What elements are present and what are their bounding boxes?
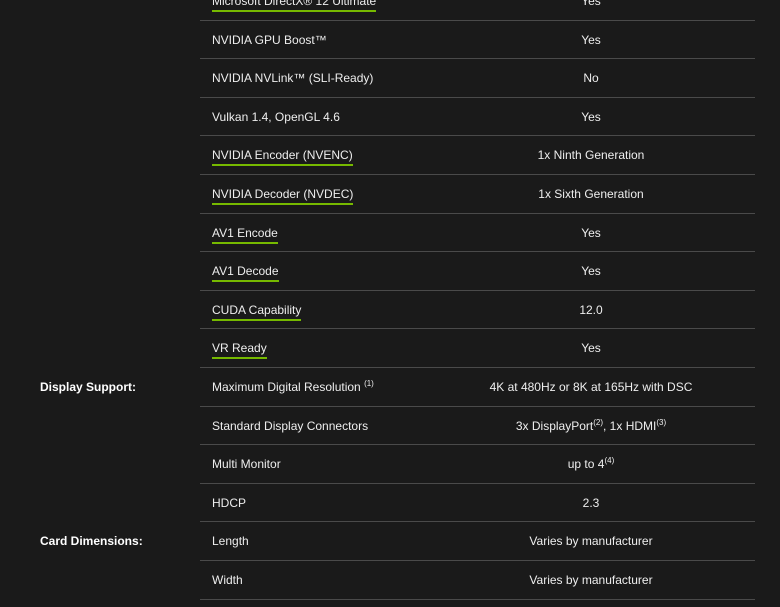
spec-row-microsoft-directx-12-ultimate: Microsoft DirectX® 12 Ultimate Yes (0, 0, 780, 21)
spec-label-link[interactable]: VR Ready (212, 341, 267, 360)
spec-label: NVIDIA NVLink™ (SLI-Ready) (212, 59, 373, 98)
spec-label: Multi Monitor (212, 445, 281, 484)
spec-value: 12.0 (579, 302, 603, 317)
spec-label: Vulkan 1.4, OpenGL 4.6 (212, 98, 340, 137)
spec-label-link[interactable]: CUDA Capability (212, 302, 302, 321)
specs-table: Microsoft DirectX® 12 Ultimate Yes NVIDIA … (0, 0, 780, 600)
spec-value-text: 3x DisplayPort (515, 418, 594, 433)
footnote-marker: (4) (604, 456, 615, 466)
spec-row-length: Card Dimensions: Length Varies by manufact… (0, 522, 780, 561)
footnote-marker: (1) (364, 378, 374, 388)
spec-row-nvidia-gpu-boost: NVIDIA GPU Boost™ Yes (0, 21, 780, 60)
spec-row-vulkan-1-4-opengl-4-6: Vulkan 1.4, OpenGL 4.6 Yes (0, 98, 780, 137)
spec-label: Maximum Digital Resolution (1) (212, 368, 374, 407)
spec-label-text: Length (212, 534, 249, 549)
spec-row-nvidia-decoder-nvdec: NVIDIA Decoder (NVDEC) 1x Sixth Generatio… (0, 175, 780, 214)
spec-value: 4K at 480Hz or 8K at 165Hz with DSC (489, 379, 693, 394)
spec-row-maximum-digital-resolution: Display Support: Maximum Digital Resoluti… (0, 368, 780, 407)
spec-value: Yes (581, 341, 601, 356)
spec-label-link[interactable]: AV1 Encode (212, 225, 278, 244)
spec-label-text: Width (212, 572, 243, 587)
spec-label-text: Standard Display Connectors (212, 418, 369, 433)
spec-row-cuda-capability: CUDA Capability 12.0 (0, 291, 780, 330)
spec-value: 3x DisplayPort(2), 1x HDMI(3) (440, 407, 742, 446)
spec-label: NVIDIA GPU Boost™ (212, 21, 327, 60)
spec-value: Yes (581, 264, 601, 279)
spec-value: No (583, 71, 599, 86)
spec-label[interactable]: CUDA Capability (212, 291, 302, 330)
spec-label-link[interactable]: NVIDIA Encoder (NVENC) (212, 148, 353, 167)
spec-value: 1x Ninth Generation (537, 148, 645, 163)
section-heading: Card Dimensions: (40, 534, 143, 549)
footnote-marker: (2) (593, 417, 604, 427)
spec-label-link[interactable]: AV1 Decode (212, 264, 279, 283)
spec-label-link[interactable]: NVIDIA Decoder (NVDEC) (212, 186, 354, 205)
spec-label-link[interactable]: Microsoft DirectX® 12 Ultimate (212, 0, 377, 12)
spec-value: 1x Sixth Generation (538, 186, 644, 201)
spec-row-standard-display-connectors: Standard Display Connectors 3x DisplayPor… (0, 407, 780, 446)
spec-label-text: Maximum Digital Resolution (212, 379, 365, 394)
spec-label[interactable]: Microsoft DirectX® 12 Ultimate (212, 0, 377, 21)
spec-row-multi-monitor: Multi Monitor up to 4(4) (0, 445, 780, 484)
spec-value-text: , 1x HDMI (603, 418, 657, 433)
spec-label: Width (212, 561, 243, 600)
spec-row-nvidia-nvlink-sli-ready: NVIDIA NVLink™ (SLI-Ready) No (0, 59, 780, 98)
spec-value: up to 4(4) (440, 445, 742, 484)
spec-label-text: NVIDIA NVLink™ (SLI-Ready) (212, 71, 374, 86)
spec-label: HDCP (212, 484, 246, 523)
spec-row-nvidia-encoder-nvenc: NVIDIA Encoder (NVENC) 1x Ninth Generatio… (0, 136, 780, 175)
spec-value: Yes (581, 32, 601, 47)
spec-row-vr-ready: VR Ready Yes (0, 329, 780, 368)
spec-label[interactable]: NVIDIA Decoder (NVDEC) (212, 175, 354, 214)
spec-label: Standard Display Connectors (212, 407, 368, 446)
spec-label-text: Multi Monitor (212, 457, 281, 472)
spec-label-text: NVIDIA GPU Boost™ (212, 32, 327, 47)
spec-label[interactable]: AV1 Decode (212, 252, 279, 291)
spec-row-width: Width Varies by manufacturer (0, 561, 780, 600)
spec-value: Yes (581, 0, 601, 8)
spec-label-text: HDCP (212, 495, 247, 510)
spec-row-av1-encode: AV1 Encode Yes (0, 214, 780, 253)
spec-value: Yes (581, 109, 601, 124)
footnote-marker: (3) (656, 417, 667, 427)
spec-value: Varies by manufacturer (529, 572, 653, 587)
spec-value: Yes (581, 225, 601, 240)
spec-label-text: Vulkan 1.4, OpenGL 4.6 (212, 109, 340, 124)
spec-row-hdcp: HDCP 2.3 (0, 484, 780, 523)
spec-label[interactable]: VR Ready (212, 329, 267, 368)
spec-label[interactable]: NVIDIA Encoder (NVENC) (212, 136, 353, 175)
spec-value-text: up to 4 (567, 457, 605, 472)
spec-label: Length (212, 522, 249, 561)
spec-value: 2.3 (582, 495, 600, 510)
section-heading: Display Support: (40, 379, 137, 394)
spec-label[interactable]: AV1 Encode (212, 214, 278, 253)
spec-row-av1-decode: AV1 Decode Yes (0, 252, 780, 291)
spec-value: Varies by manufacturer (529, 534, 653, 549)
